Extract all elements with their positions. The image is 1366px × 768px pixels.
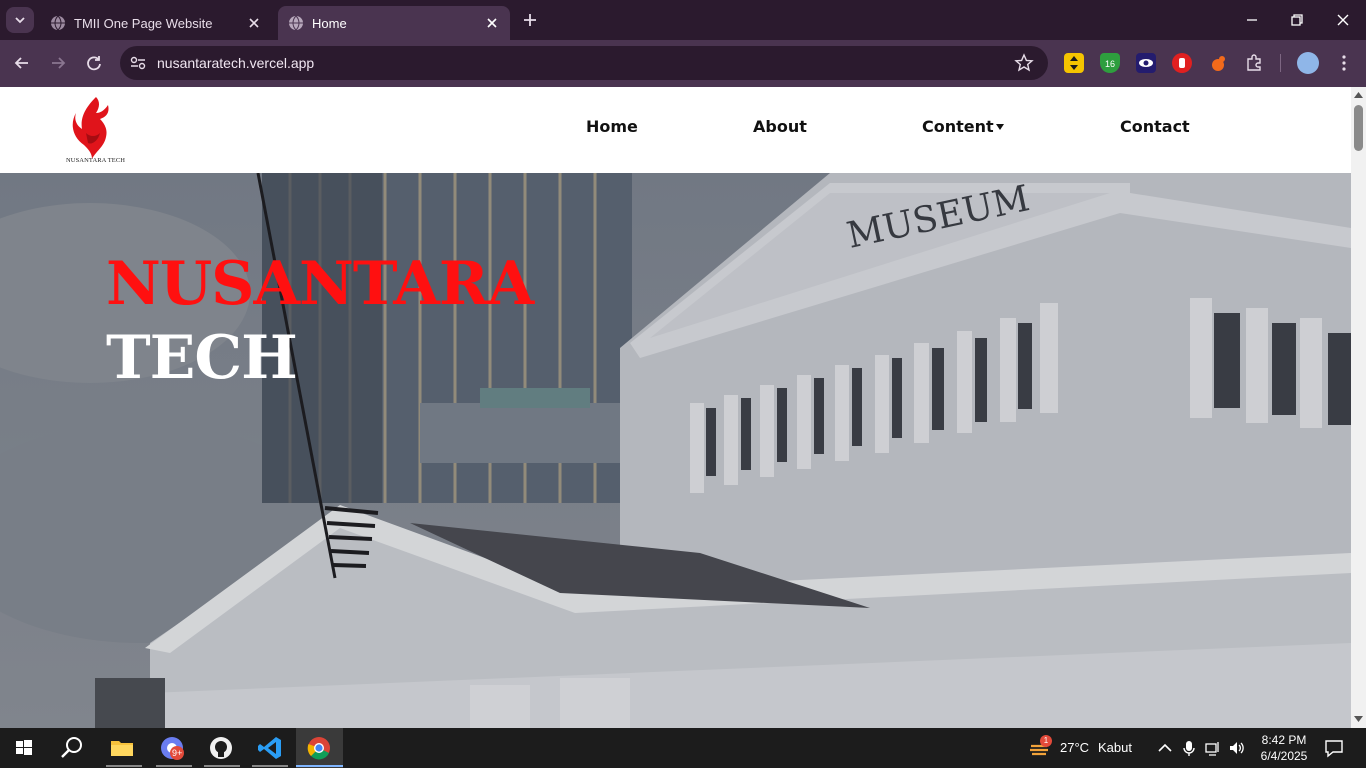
windows-start-icon[interactable]: [10, 734, 38, 762]
bookmark-star-icon[interactable]: [1014, 53, 1034, 73]
chevron-down-icon: [15, 17, 25, 24]
dropdown-caret-icon[interactable]: [996, 124, 1004, 130]
kebab-menu-icon[interactable]: [1334, 53, 1354, 73]
network-icon[interactable]: [1204, 739, 1222, 757]
site-settings-icon[interactable]: [128, 53, 148, 73]
svg-text:16: 16: [1105, 59, 1115, 69]
system-clock[interactable]: 8:42 PM 6/4/2025: [1256, 732, 1312, 764]
microphone-icon[interactable]: [1180, 739, 1198, 757]
scroll-down-icon[interactable]: [1354, 715, 1363, 723]
weather-desc[interactable]: Kabut: [1098, 740, 1132, 755]
vscode-icon[interactable]: [256, 734, 284, 762]
taskbar-active-indicator: [296, 765, 343, 767]
site-header: NUSANTARA TECH Home About Content Contac…: [0, 87, 1351, 173]
weather-temp[interactable]: 27°C: [1060, 740, 1089, 755]
phoenix-logo-icon[interactable]: [62, 93, 126, 167]
globe-icon: [51, 15, 65, 31]
windows-taskbar: 9+ 1 27°C Kabut 8:42 PM 6/4/2025: [0, 728, 1366, 768]
new-tab-icon[interactable]: [520, 10, 540, 30]
hero-title-line2: TECH: [106, 323, 298, 393]
tab-home[interactable]: Home: [278, 6, 510, 40]
restore-icon[interactable]: [1285, 8, 1309, 32]
nav-content[interactable]: Content: [922, 117, 994, 136]
weather-badge: 1: [1040, 735, 1052, 747]
back-arrow-icon[interactable]: [11, 52, 33, 74]
chrome-icon[interactable]: [305, 734, 333, 762]
extensions-puzzle-icon[interactable]: [1244, 53, 1264, 73]
extension-shield-icon[interactable]: 16: [1100, 53, 1120, 73]
file-explorer-icon[interactable]: [108, 734, 136, 762]
toolbar-divider: [1280, 54, 1281, 72]
taskbar-running-indicator: [204, 765, 240, 767]
scrollbar-thumb[interactable]: [1354, 105, 1363, 151]
url-text: nusantaratech.vercel.app: [157, 55, 315, 71]
web-page: NUSANTARA TECH Home About Content Contac…: [0, 87, 1351, 728]
taskbar-running-indicator: [106, 765, 142, 767]
globe-icon: [289, 15, 303, 31]
page-scrollbar[interactable]: [1351, 87, 1366, 728]
github-icon[interactable]: [207, 734, 235, 762]
tab-title: Home: [312, 15, 347, 31]
hero-title-line1: NUSANTARA: [106, 249, 534, 319]
notifications-icon[interactable]: [1324, 738, 1344, 758]
forward-arrow-icon[interactable]: [47, 52, 69, 74]
taskbar-running-indicator: [252, 765, 288, 767]
taskbar-running-indicator: [156, 765, 192, 767]
tab-tmii[interactable]: TMII One Page Website: [40, 6, 272, 40]
reload-icon[interactable]: [83, 52, 105, 74]
logo-text: NUSANTARA TECH: [66, 157, 126, 164]
search-icon[interactable]: [58, 734, 86, 762]
nav-about[interactable]: About: [753, 117, 807, 136]
close-icon[interactable]: [246, 15, 262, 31]
tab-title: TMII One Page Website: [74, 15, 213, 31]
nav-home[interactable]: Home: [586, 117, 638, 136]
nav-contact[interactable]: Contact: [1120, 117, 1190, 136]
hero-section: MUSEUM NUSANTARA TECH: [0, 173, 1351, 728]
volume-icon[interactable]: [1228, 739, 1246, 757]
minimize-icon[interactable]: [1240, 8, 1264, 32]
address-bar[interactable]: nusantaratech.vercel.app: [120, 46, 1048, 80]
extension-arrows-icon[interactable]: [1064, 53, 1084, 73]
browser-tab-strip: TMII One Page Website Home: [0, 0, 1366, 40]
chevron-up-icon[interactable]: [1156, 739, 1174, 757]
tab-search-button[interactable]: [6, 7, 34, 33]
profile-avatar[interactable]: [1297, 52, 1319, 74]
extension-hand-icon[interactable]: [1172, 53, 1192, 73]
browser-toolbar: nusantaratech.vercel.app 16: [0, 40, 1366, 87]
clock-date: 6/4/2025: [1260, 749, 1308, 763]
close-icon[interactable]: [484, 15, 500, 31]
clock-time: 8:42 PM: [1261, 733, 1307, 747]
close-window-icon[interactable]: [1331, 8, 1355, 32]
extension-eye-icon[interactable]: [1136, 53, 1156, 73]
scroll-up-icon[interactable]: [1354, 91, 1363, 99]
extension-orange-icon[interactable]: [1208, 53, 1228, 73]
